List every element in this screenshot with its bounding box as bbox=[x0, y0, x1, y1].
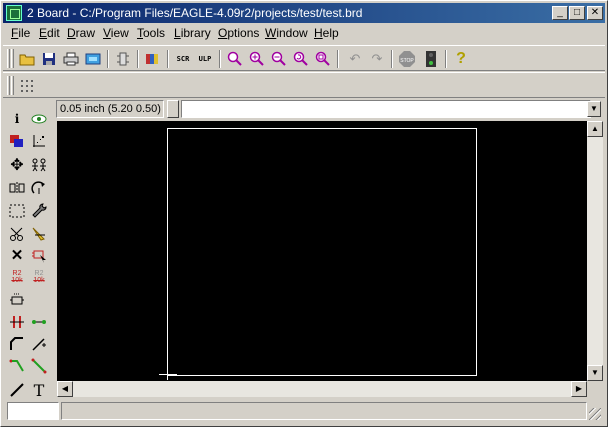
open-icon[interactable] bbox=[17, 50, 37, 68]
group-icon[interactable] bbox=[7, 201, 27, 221]
menu-draw[interactable]: Draw bbox=[67, 26, 95, 40]
ripup-icon[interactable] bbox=[29, 334, 49, 354]
eagle-app-icon[interactable] bbox=[6, 5, 22, 21]
toolbar-separator bbox=[445, 50, 447, 68]
close-button[interactable]: ✕ bbox=[587, 6, 603, 20]
move-icon[interactable]: ✥ bbox=[7, 155, 27, 175]
status-field bbox=[7, 402, 59, 420]
auto-route-icon[interactable] bbox=[29, 356, 49, 376]
command-input[interactable] bbox=[181, 100, 591, 118]
split-icon[interactable] bbox=[7, 312, 27, 332]
cursor-crosshair bbox=[167, 366, 168, 380]
toolbar-separator bbox=[167, 50, 169, 68]
library-icon[interactable] bbox=[143, 50, 163, 68]
save-icon[interactable] bbox=[39, 50, 59, 68]
stop-icon[interactable]: STOP bbox=[397, 50, 417, 68]
line-icon[interactable] bbox=[7, 380, 27, 400]
change-icon[interactable] bbox=[29, 201, 49, 221]
horizontal-scrollbar[interactable]: ◀ ▶ bbox=[57, 381, 587, 397]
command-dropdown-button[interactable]: ▼ bbox=[587, 101, 601, 117]
info-icon[interactable]: i bbox=[7, 109, 27, 129]
toolbar-separator bbox=[337, 50, 339, 68]
run-script-button[interactable]: SCR bbox=[173, 50, 193, 68]
menu-help[interactable]: Help bbox=[314, 26, 339, 40]
vertical-scrollbar[interactable]: ▲ ▼ bbox=[587, 121, 603, 381]
toolbar-grip[interactable] bbox=[7, 49, 10, 68]
optimize-icon[interactable] bbox=[29, 312, 49, 332]
run-ulp-button[interactable]: ULP bbox=[195, 50, 215, 68]
scroll-down-button[interactable]: ▼ bbox=[587, 365, 603, 381]
window-title: 2 Board - C:/Program Files/EAGLE-4.09r2/… bbox=[27, 6, 363, 20]
cam-icon[interactable] bbox=[83, 50, 103, 68]
add-icon[interactable] bbox=[29, 245, 49, 265]
main-toolbar: SCR ULP ↶ ↷ STOP ? bbox=[3, 45, 605, 71]
status-message bbox=[61, 402, 587, 420]
mirror-icon[interactable] bbox=[7, 178, 27, 198]
text-icon[interactable]: T bbox=[29, 380, 49, 400]
eagle-board-window: 2 Board - C:/Program Files/EAGLE-4.09r2/… bbox=[0, 0, 608, 427]
undo-icon[interactable]: ↶ bbox=[345, 50, 365, 68]
toolbar-separator bbox=[107, 50, 109, 68]
go-icon[interactable] bbox=[421, 50, 441, 68]
cut-icon[interactable] bbox=[7, 224, 27, 244]
scroll-left-button[interactable]: ◀ bbox=[57, 381, 73, 397]
toolbar-grip[interactable] bbox=[7, 76, 10, 95]
status-bar bbox=[3, 399, 605, 424]
toolbar-separator bbox=[219, 50, 221, 68]
command-toolbar: i ✥ ✕ R2 10k R2 10k T bbox=[5, 101, 55, 401]
menu-view[interactable]: View bbox=[103, 26, 129, 40]
menu-tools[interactable]: Tools bbox=[137, 26, 165, 40]
help-icon[interactable]: ? bbox=[451, 50, 471, 68]
redo-icon[interactable]: ↷ bbox=[367, 50, 387, 68]
delete-icon[interactable]: ✕ bbox=[7, 245, 27, 265]
zoom-redraw-icon[interactable] bbox=[291, 50, 311, 68]
smash-icon[interactable] bbox=[7, 290, 27, 310]
route-icon[interactable] bbox=[7, 334, 27, 354]
script-icon[interactable] bbox=[113, 50, 133, 68]
value-icon[interactable]: R2 10k bbox=[29, 267, 49, 287]
copy-icon[interactable] bbox=[29, 155, 49, 175]
cursor-crosshair bbox=[159, 374, 177, 375]
svg-text:STOP: STOP bbox=[400, 58, 414, 64]
toolbar-separator bbox=[137, 50, 139, 68]
title-bar: 2 Board - C:/Program Files/EAGLE-4.09r2/… bbox=[3, 3, 605, 23]
display-layers-icon[interactable] bbox=[7, 131, 27, 151]
zoom-select-icon[interactable] bbox=[313, 50, 333, 68]
zoom-out-icon[interactable] bbox=[269, 50, 289, 68]
zoom-fit-icon[interactable] bbox=[225, 50, 245, 68]
menu-edit[interactable]: Edit bbox=[39, 26, 60, 40]
print-icon[interactable] bbox=[61, 50, 81, 68]
command-history-button[interactable] bbox=[167, 100, 179, 118]
menu-bar: File Edit Draw View Tools Library Option… bbox=[3, 24, 605, 43]
paste-icon[interactable] bbox=[29, 224, 49, 244]
scroll-right-button[interactable]: ▶ bbox=[571, 381, 587, 397]
toolbar-grip[interactable] bbox=[11, 76, 14, 95]
board-canvas[interactable] bbox=[57, 121, 587, 381]
rotate-icon[interactable] bbox=[29, 178, 49, 198]
zoom-in-icon[interactable] bbox=[247, 50, 267, 68]
board-outline bbox=[167, 128, 477, 376]
wire-icon[interactable] bbox=[7, 356, 27, 376]
menu-window[interactable]: Window bbox=[265, 26, 308, 40]
menu-library[interactable]: Library bbox=[174, 26, 211, 40]
parameter-toolbar bbox=[3, 72, 605, 98]
toolbar-grip[interactable] bbox=[11, 49, 14, 68]
minimize-button[interactable]: _ bbox=[552, 6, 568, 20]
grid-icon[interactable] bbox=[17, 77, 37, 95]
menu-file[interactable]: File bbox=[11, 26, 30, 40]
scroll-up-button[interactable]: ▲ bbox=[587, 121, 603, 137]
show-icon[interactable] bbox=[29, 109, 49, 129]
resize-grip[interactable] bbox=[589, 408, 601, 420]
coordinate-display: 0.05 inch (5.20 0.50) bbox=[56, 100, 164, 118]
toolbar-separator bbox=[391, 50, 393, 68]
maximize-button[interactable]: □ bbox=[569, 6, 585, 20]
name-icon[interactable]: R2 10k bbox=[7, 267, 27, 287]
mark-icon[interactable] bbox=[29, 131, 49, 151]
menu-options[interactable]: Options bbox=[218, 26, 259, 40]
